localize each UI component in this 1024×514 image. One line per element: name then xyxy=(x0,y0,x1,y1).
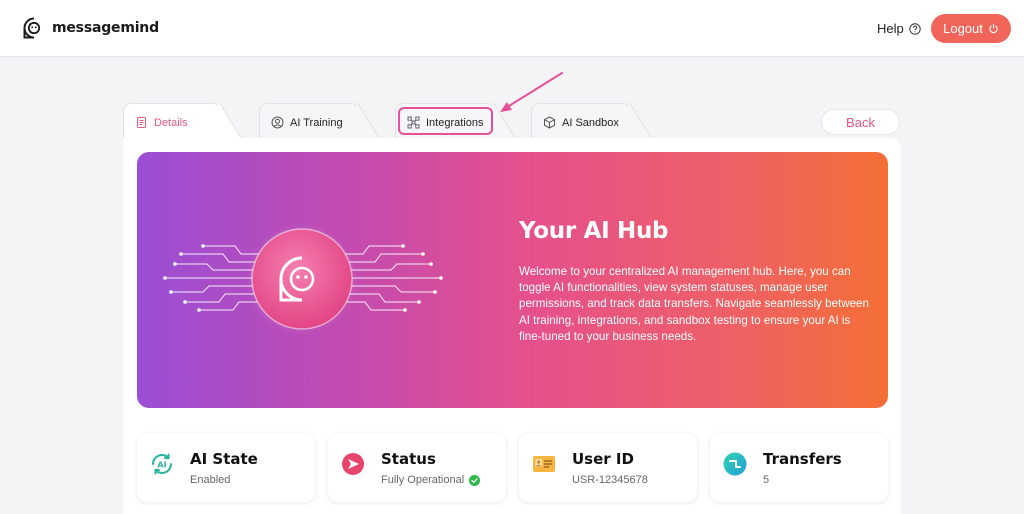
document-icon xyxy=(137,117,146,128)
top-bar: messagemind Help Logout xyxy=(0,0,1024,57)
annotation-arrow-icon xyxy=(500,72,563,112)
hero-title: Your AI Hub xyxy=(519,218,669,244)
stat-value: Fully Operational xyxy=(381,474,481,486)
stat-title: Transfers xyxy=(763,450,842,468)
id-card-icon xyxy=(533,456,555,472)
tab-ai-sandbox-label: AI Sandbox xyxy=(562,116,619,129)
brand-name: messagemind xyxy=(52,20,159,36)
stat-title: Status xyxy=(381,450,436,468)
check-circle-icon xyxy=(469,474,481,486)
help-label: Help xyxy=(877,21,904,36)
stat-card-ai-state: AI AI State Enabled xyxy=(137,433,315,502)
tab-details[interactable]: Details xyxy=(123,103,244,142)
stat-card-status: Status Fully Operational xyxy=(328,433,506,502)
question-circle-icon xyxy=(909,22,921,35)
tab-ai-sandbox-tail xyxy=(628,103,654,142)
status-icon xyxy=(342,453,364,475)
messagemind-logo-icon xyxy=(23,17,41,39)
cube-icon xyxy=(544,116,555,129)
user-circle-icon xyxy=(271,116,284,129)
brand[interactable]: messagemind xyxy=(22,16,159,40)
tab-details-tail xyxy=(218,103,244,142)
tab-details-label: Details xyxy=(154,116,188,129)
stat-title: User ID xyxy=(572,450,634,468)
tab-ai-training-label: AI Training xyxy=(290,116,343,129)
integrations-highlight-box xyxy=(398,107,493,135)
help-link[interactable]: Help xyxy=(877,21,921,36)
logout-button[interactable]: Logout xyxy=(931,14,1011,43)
logout-label: Logout xyxy=(943,21,983,36)
svg-text:AI: AI xyxy=(157,461,166,470)
stat-value: USR-12345678 xyxy=(572,474,648,486)
tab-ai-training-tail xyxy=(356,103,382,142)
ai-refresh-icon: AI xyxy=(152,453,172,475)
stat-title: AI State xyxy=(190,450,258,468)
transfer-icon xyxy=(723,452,747,476)
stat-value: Enabled xyxy=(190,474,231,486)
tab-ai-training[interactable]: AI Training xyxy=(259,103,382,142)
hero-description: Welcome to your centralized AI managemen… xyxy=(519,265,869,343)
power-icon xyxy=(989,23,998,34)
stat-card-user-id: User ID USR-12345678 xyxy=(519,433,697,502)
stat-card-transfers: Transfers 5 xyxy=(710,433,888,502)
hero-banner: Your AI Hub Welcome to your centralized … xyxy=(137,152,888,408)
stat-value: 5 xyxy=(763,474,770,486)
ai-circuit-illustration-icon xyxy=(163,224,443,334)
back-button[interactable]: Back xyxy=(821,109,900,135)
